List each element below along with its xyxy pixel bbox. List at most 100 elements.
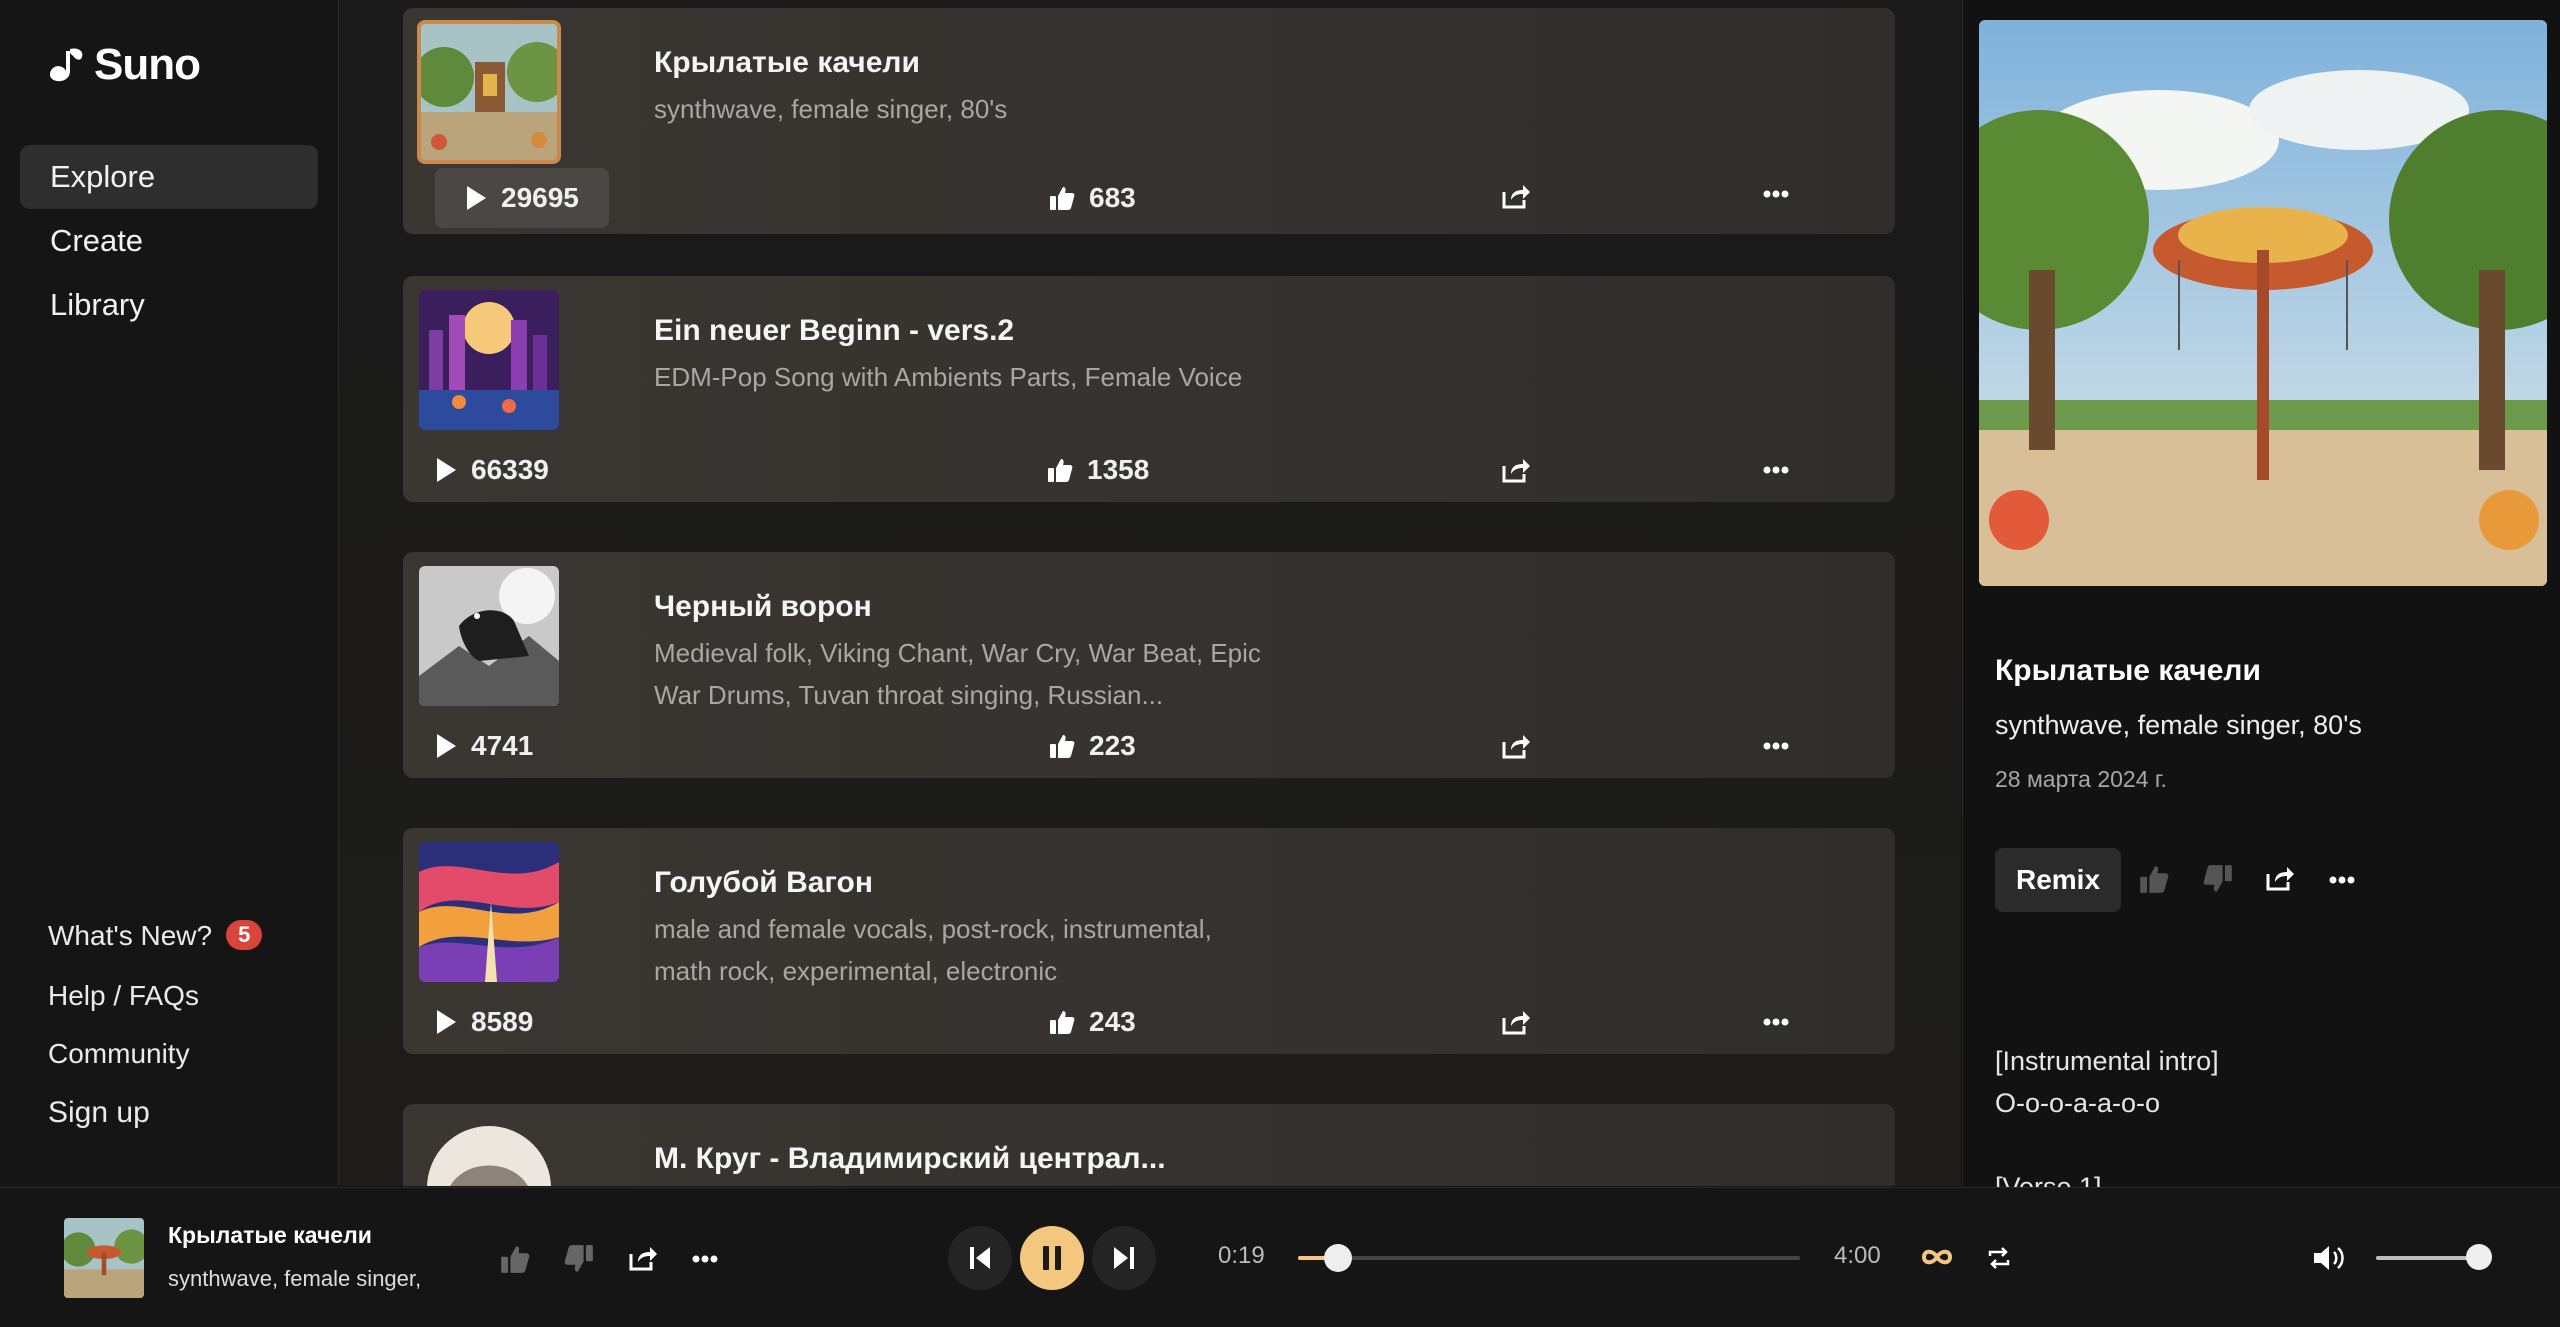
song-thumbnail[interactable]: [419, 566, 559, 706]
more-options-icon[interactable]: [1763, 742, 1789, 750]
thumbs-up-icon: [1047, 457, 1073, 483]
song-thumbnail[interactable]: [419, 290, 559, 430]
volume-knob[interactable]: [2466, 1244, 2492, 1270]
thumbs-up-icon: [1049, 1009, 1075, 1035]
player-title[interactable]: Крылатые качели: [168, 1222, 372, 1249]
player-thumbnail[interactable]: [64, 1218, 144, 1298]
like-count: 223: [1089, 730, 1136, 762]
sidebar: Suno Explore Create Library What's New? 5…: [0, 0, 339, 1186]
skip-forward-icon: [1112, 1245, 1136, 1271]
like-button[interactable]: 243: [1049, 992, 1136, 1052]
community-link[interactable]: Community: [48, 1038, 190, 1070]
whats-new-link[interactable]: What's New? 5: [48, 920, 262, 952]
like-count: 243: [1089, 1006, 1136, 1038]
more-options-icon[interactable]: [1763, 1018, 1789, 1026]
detail-title: Крылатые качели: [1995, 654, 2261, 688]
more-options-icon[interactable]: [1763, 466, 1789, 474]
song-card[interactable]: Черный ворон Medieval folk, Viking Chant…: [403, 552, 1895, 778]
lyrics-line: [Instrumental intro]: [1995, 1040, 2219, 1082]
repeat-icon[interactable]: [1986, 1246, 2012, 1270]
play-count: 8589: [471, 1006, 533, 1038]
logo-text: Suno: [94, 40, 200, 90]
song-tags: Medieval folk, Viking Chant, War Cry, Wa…: [654, 632, 1274, 716]
song-title[interactable]: Крылатые качели: [654, 46, 920, 80]
thumbs-down-icon[interactable]: [564, 1244, 594, 1274]
previous-button[interactable]: [948, 1226, 1012, 1290]
share-icon[interactable]: [1501, 456, 1531, 484]
song-card[interactable]: Ein neuer Beginn - vers.2 EDM-Pop Song w…: [403, 276, 1895, 502]
song-tags: synthwave, female singer, 80's: [654, 88, 1274, 130]
share-icon[interactable]: [1501, 732, 1531, 760]
song-thumbnail[interactable]: [419, 22, 559, 162]
play-button[interactable]: 8589: [435, 992, 533, 1052]
song-title[interactable]: М. Круг - Владимирский централ...: [654, 1142, 1166, 1176]
remix-button[interactable]: Remix: [1995, 848, 2121, 912]
thumbs-up-icon[interactable]: [2139, 864, 2169, 894]
detail-tags: synthwave, female singer, 80's: [1995, 710, 2362, 741]
song-card[interactable]: Голубой Вагон male and female vocals, po…: [403, 828, 1895, 1054]
play-button[interactable]: 29695: [435, 168, 609, 228]
more-options-icon[interactable]: [2329, 876, 2355, 884]
notification-badge: 5: [226, 920, 262, 950]
progress-bar[interactable]: [1298, 1256, 1800, 1260]
play-count: 4741: [471, 730, 533, 762]
cover-image: [1979, 20, 2547, 586]
help-faqs-link[interactable]: Help / FAQs: [48, 980, 199, 1012]
song-card[interactable]: М. Круг - Владимирский централ...: [403, 1104, 1895, 1186]
song-tags: male and female vocals, post-rock, instr…: [654, 908, 1274, 992]
play-icon: [435, 457, 457, 483]
progress-knob[interactable]: [1324, 1244, 1352, 1272]
skip-back-icon: [968, 1245, 992, 1271]
song-tags: EDM-Pop Song with Ambients Parts, Female…: [654, 356, 1274, 398]
song-feed[interactable]: Крылатые качели synthwave, female singer…: [339, 0, 1961, 1186]
whats-new-label: What's New?: [48, 920, 212, 951]
thumbs-down-icon[interactable]: [2203, 864, 2233, 894]
thumbs-up-icon: [1049, 733, 1075, 759]
infinite-loop-icon[interactable]: [1920, 1246, 1954, 1268]
song-title[interactable]: Ein neuer Beginn - vers.2: [654, 314, 1014, 348]
thumbs-up-icon: [1049, 185, 1075, 211]
share-icon[interactable]: [1501, 182, 1531, 210]
suno-logo-icon: [48, 47, 86, 83]
elapsed-time: 0:19: [1218, 1242, 1265, 1270]
nav-explore[interactable]: Explore: [20, 145, 318, 209]
player-tags: synthwave, female singer,: [168, 1266, 421, 1292]
sign-up-link[interactable]: Sign up: [48, 1096, 150, 1130]
like-button[interactable]: 683: [1049, 168, 1136, 228]
song-title[interactable]: Черный ворон: [654, 590, 872, 624]
thumbs-up-icon[interactable]: [500, 1244, 530, 1274]
song-card[interactable]: Крылатые качели synthwave, female singer…: [403, 8, 1895, 234]
play-count: 66339: [471, 454, 549, 486]
total-duration: 4:00: [1834, 1242, 1881, 1270]
volume-icon[interactable]: [2312, 1244, 2348, 1272]
play-icon: [435, 733, 457, 759]
song-detail-panel: Крылатые качели synthwave, female singer…: [1962, 0, 2560, 1186]
share-icon[interactable]: [2265, 864, 2295, 892]
share-icon[interactable]: [628, 1244, 658, 1272]
suno-logo[interactable]: Suno: [48, 40, 200, 90]
next-button[interactable]: [1092, 1226, 1156, 1290]
like-count: 683: [1089, 182, 1136, 214]
song-title[interactable]: Голубой Вагон: [654, 866, 873, 900]
play-icon: [465, 185, 487, 211]
play-icon: [435, 1009, 457, 1035]
pause-button[interactable]: [1020, 1226, 1084, 1290]
lyrics-line: O-o-o-a-a-o-o: [1995, 1082, 2219, 1124]
like-button[interactable]: 223: [1049, 716, 1136, 776]
nav-create[interactable]: Create: [20, 209, 318, 273]
like-button[interactable]: 1358: [1047, 440, 1149, 500]
more-options-icon[interactable]: [1763, 190, 1789, 198]
play-button[interactable]: 66339: [435, 440, 549, 500]
song-thumbnail[interactable]: [419, 842, 559, 982]
like-count: 1358: [1087, 454, 1149, 486]
nav-library[interactable]: Library: [20, 273, 318, 337]
play-button[interactable]: 4741: [435, 716, 533, 776]
more-options-icon[interactable]: [692, 1255, 718, 1263]
lyrics-line: [1995, 1124, 2219, 1166]
volume-slider[interactable]: [2376, 1256, 2480, 1260]
pause-icon: [1040, 1244, 1064, 1272]
play-count: 29695: [501, 182, 579, 214]
song-thumbnail[interactable]: [419, 1118, 559, 1186]
share-icon[interactable]: [1501, 1008, 1531, 1036]
detail-date: 28 марта 2024 г.: [1995, 766, 2167, 793]
